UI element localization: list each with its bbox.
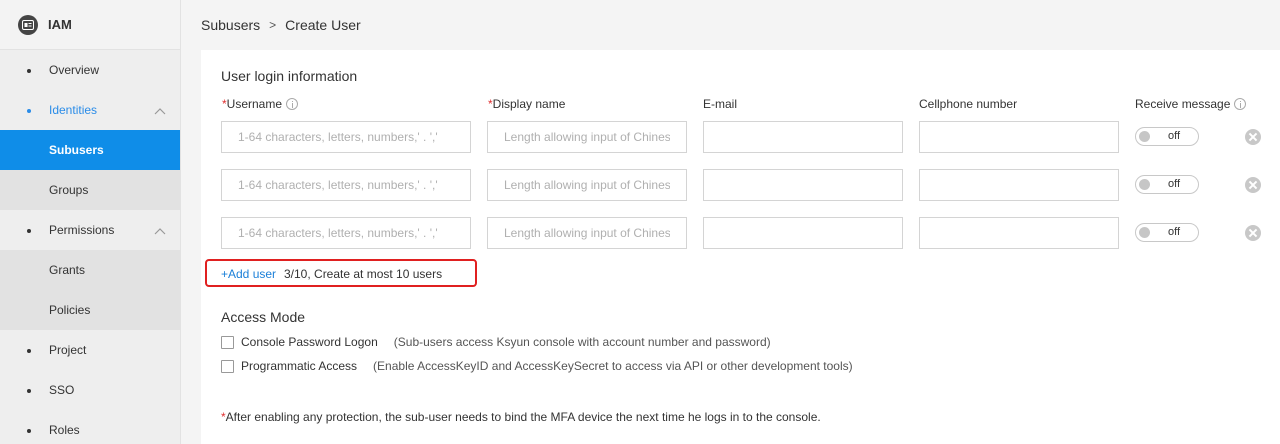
- sidebar-item-permissions[interactable]: Permissions: [0, 210, 180, 250]
- user-count-info: 3/10, Create at most 10 users: [284, 267, 443, 281]
- display-name-input[interactable]: [487, 169, 687, 201]
- sidebar-item-overview[interactable]: Overview: [0, 50, 180, 90]
- sidebar-item-label: Subusers: [49, 143, 104, 157]
- remove-row-icon[interactable]: [1245, 129, 1261, 145]
- cellphone-input[interactable]: [919, 217, 1119, 249]
- sidebar-item-label: Grants: [49, 263, 86, 277]
- sidebar-item-label: Policies: [49, 303, 91, 317]
- sidebar-item-label: Roles: [49, 423, 80, 437]
- bullet-icon: [27, 429, 31, 433]
- info-icon[interactable]: [286, 98, 299, 110]
- access-option-programmatic[interactable]: Programmatic Access (Enable AccessKeyID …: [221, 359, 853, 373]
- toggle-label: off: [1168, 226, 1181, 238]
- toggle-knob: [1139, 227, 1150, 238]
- option-description: (Enable AccessKeyID and AccessKeySecret …: [373, 359, 853, 373]
- option-label: Console Password Logon: [241, 335, 378, 349]
- sidebar-item-project[interactable]: Project: [0, 330, 180, 370]
- username-input[interactable]: [221, 121, 471, 153]
- toggle-knob: [1139, 179, 1150, 190]
- breadcrumb-separator: >: [269, 18, 277, 32]
- sidebar-item-identities[interactable]: Identities: [0, 90, 180, 130]
- column-header-label: E-mail: [703, 97, 738, 111]
- toggle-knob: [1139, 131, 1150, 142]
- column-header-username: * Username: [222, 97, 299, 111]
- sidebar-item-sso[interactable]: SSO: [0, 370, 180, 410]
- receive-message-toggle[interactable]: off: [1135, 175, 1199, 194]
- email-input[interactable]: [703, 217, 903, 249]
- sidebar-item-grants[interactable]: Grants: [0, 250, 180, 290]
- sidebar-item-label: Project: [49, 343, 87, 357]
- column-header-email: E-mail: [703, 97, 737, 111]
- column-header-label: Display name: [492, 97, 566, 111]
- column-header-cellphone: Cellphone number: [919, 97, 1017, 111]
- column-header-label: Username: [226, 97, 283, 111]
- bullet-icon: [27, 349, 31, 353]
- sidebar-item-policies[interactable]: Policies: [0, 290, 180, 330]
- sidebar-item-roles[interactable]: Roles: [0, 410, 180, 444]
- iam-logo-icon: [18, 14, 38, 35]
- section-title-login-info: User login information: [221, 68, 358, 84]
- option-description: (Sub-users access Ksyun console with acc…: [393, 335, 771, 349]
- option-label: Programmatic Access: [241, 359, 358, 373]
- sidebar-item-label: SSO: [49, 383, 75, 397]
- cellphone-input[interactable]: [919, 169, 1119, 201]
- email-input[interactable]: [703, 121, 903, 153]
- display-name-input[interactable]: [487, 121, 687, 153]
- bullet-icon: [27, 109, 31, 113]
- chevron-up-icon: [154, 104, 166, 118]
- mfa-note: *After enabling any protection, the sub-…: [221, 410, 821, 424]
- username-input[interactable]: [221, 169, 471, 201]
- breadcrumb: Subusers > Create User: [201, 17, 361, 33]
- breadcrumb-parent-link[interactable]: Subusers: [201, 17, 260, 33]
- sidebar-title: IAM: [48, 17, 72, 32]
- column-header-receive-message: Receive message: [1135, 97, 1247, 111]
- receive-message-toggle[interactable]: off: [1135, 127, 1199, 146]
- console-password-checkbox[interactable]: [221, 335, 234, 349]
- access-option-console[interactable]: Console Password Logon (Sub-users access…: [221, 335, 771, 349]
- sidebar-item-label: Permissions: [49, 223, 115, 237]
- username-input[interactable]: [221, 217, 471, 249]
- display-name-input[interactable]: [487, 217, 687, 249]
- column-header-label: Receive message: [1135, 97, 1231, 111]
- sidebar-item-groups[interactable]: Groups: [0, 170, 180, 210]
- bullet-icon: [27, 229, 31, 233]
- chevron-up-icon: [154, 224, 166, 238]
- sidebar-item-label: Identities: [49, 103, 98, 117]
- email-input[interactable]: [703, 169, 903, 201]
- bullet-icon: [27, 69, 31, 73]
- breadcrumb-current: Create User: [285, 17, 361, 33]
- info-icon[interactable]: [1234, 98, 1247, 110]
- column-header-display-name: * Display name: [488, 97, 565, 111]
- cellphone-input[interactable]: [919, 121, 1119, 153]
- sidebar-item-subusers[interactable]: Subusers: [0, 130, 180, 170]
- remove-row-icon[interactable]: [1245, 177, 1261, 193]
- mfa-note-text: After enabling any protection, the sub-u…: [225, 410, 821, 424]
- sidebar-item-label: Overview: [49, 63, 100, 77]
- receive-message-toggle[interactable]: off: [1135, 223, 1199, 242]
- remove-row-icon[interactable]: [1245, 225, 1261, 241]
- toggle-label: off: [1168, 130, 1181, 142]
- toggle-label: off: [1168, 178, 1181, 190]
- sidebar-header: IAM: [0, 0, 180, 50]
- sidebar: IAM Overview Identities Subusers Groups …: [0, 0, 181, 444]
- section-title-access-mode: Access Mode: [221, 309, 306, 325]
- sidebar-item-label: Groups: [49, 183, 89, 197]
- bullet-icon: [27, 389, 31, 393]
- add-user-link[interactable]: +Add user: [221, 267, 276, 281]
- column-header-label: Cellphone number: [919, 97, 1018, 111]
- programmatic-access-checkbox[interactable]: [221, 359, 234, 373]
